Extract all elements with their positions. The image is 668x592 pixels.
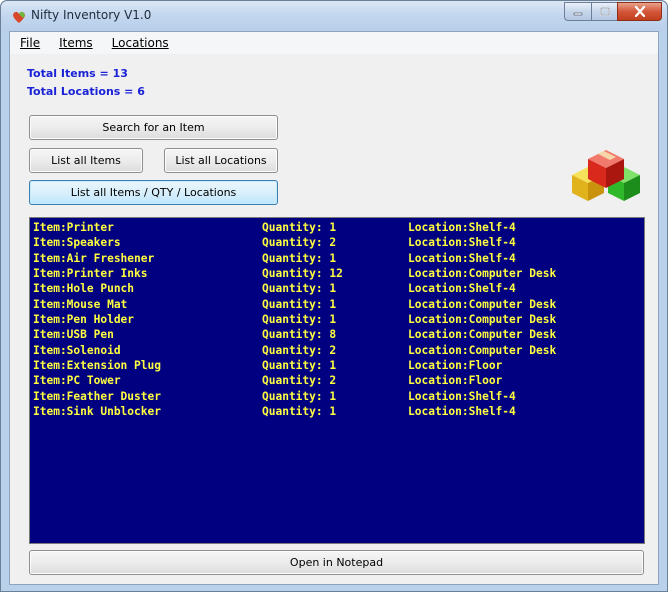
total-items-label: Total Items = 13 xyxy=(27,67,128,80)
list-items-button[interactable]: List all Items xyxy=(29,148,143,173)
minimize-icon xyxy=(573,12,583,15)
item-location: Location:Shelf-4 xyxy=(408,221,516,234)
item-quantity: Quantity: 1 xyxy=(262,282,337,296)
client-area: File Items Locations Total Items = 13 To… xyxy=(9,31,659,585)
search-item-button[interactable]: Search for an Item xyxy=(29,115,278,140)
list-item[interactable]: Item:Feather Duster Quantity: 1 Location:S… xyxy=(33,389,644,404)
item-name: Item:Speakers xyxy=(33,236,121,250)
item-name: Item:Printer Inks xyxy=(33,267,148,281)
item-name: Item:Solenoid xyxy=(33,343,121,357)
window-controls xyxy=(564,2,662,21)
item-location: Location:Computer Desk xyxy=(408,297,557,311)
item-location: Location:Shelf-4 xyxy=(408,405,516,419)
total-locations-label: Total Locations = 6 xyxy=(27,85,145,98)
item-name: Item:Extension Plug xyxy=(33,359,161,373)
item-quantity: Quantity: 8 xyxy=(262,328,337,342)
menu-file-label: File xyxy=(20,36,41,50)
list-item[interactable]: Item:USB Pen Quantity: 8 Location:Computer… xyxy=(33,327,644,342)
item-quantity: Quantity: 1 xyxy=(262,359,337,373)
item-quantity: Quantity: 12 xyxy=(262,267,343,281)
title-bar[interactable]: Nifty Inventory V1.0 xyxy=(1,1,667,31)
list-item[interactable]: Item:Speakers Quantity: 2 Location:Shelf-4 xyxy=(33,235,644,250)
item-location: Location:Shelf-4 xyxy=(408,282,516,296)
menu-file[interactable]: File xyxy=(17,36,43,50)
item-quantity: Quantity: 1 xyxy=(262,251,337,265)
item-location: Location:Floor xyxy=(408,374,503,388)
menu-locations-label: Locations xyxy=(111,36,169,50)
item-location: Location:Computer Desk xyxy=(408,267,557,281)
item-location: Location:Floor xyxy=(408,359,503,373)
app-window: Nifty Inventory V1.0 File Items Location… xyxy=(0,0,668,592)
item-quantity: Quantity: 1 xyxy=(262,389,337,403)
menu-locations[interactable]: Locations xyxy=(109,36,172,50)
window-title: Nifty Inventory V1.0 xyxy=(31,8,152,22)
menu-bar: File Items Locations xyxy=(10,32,658,54)
list-item[interactable]: Item:Solenoid Quantity: 2 Location:Compute… xyxy=(33,343,644,358)
item-name: Item:Pen Holder xyxy=(33,313,135,327)
list-locations-button[interactable]: List all Locations xyxy=(164,148,278,173)
item-quantity: Quantity: 2 xyxy=(262,374,337,388)
item-quantity: Quantity: 1 xyxy=(262,313,337,327)
item-name: Item:Feather Duster xyxy=(33,389,161,403)
list-item[interactable]: Item:Air Freshener Quantity: 1 Location:Sh… xyxy=(33,251,644,266)
item-location: Location:Shelf-4 xyxy=(408,236,516,250)
list-item[interactable]: Item:Hole Punch Quantity: 1 Location:Shelf… xyxy=(33,281,644,296)
close-button[interactable] xyxy=(617,2,662,21)
item-quantity: Quantity: 2 xyxy=(262,343,337,357)
maximize-icon xyxy=(599,6,610,16)
list-item[interactable]: Item:Extension Plug Quantity: 1 Location:F… xyxy=(33,358,644,373)
minimize-button[interactable] xyxy=(564,2,591,21)
open-notepad-button[interactable]: Open in Notepad xyxy=(29,550,644,575)
item-location: Location:Computer Desk xyxy=(408,343,557,357)
item-quantity: Quantity: 2 xyxy=(262,236,337,250)
list-all-button[interactable]: List all Items / QTY / Locations xyxy=(29,180,278,205)
item-name: Item:USB Pen xyxy=(33,328,114,342)
list-item[interactable]: Item:Mouse Mat Quantity: 1 Location:Comput… xyxy=(33,297,644,312)
item-name: Item:Printer xyxy=(33,221,114,234)
menu-items[interactable]: Items xyxy=(56,36,96,50)
item-quantity: Quantity: 1 xyxy=(262,405,337,419)
app-icon xyxy=(13,11,25,23)
inventory-list[interactable]: Item:Printer Quantity: 1 Location:Shelf-4 I… xyxy=(29,217,645,544)
item-name: Item:Mouse Mat xyxy=(33,297,128,311)
item-location: Location:Computer Desk xyxy=(408,313,557,327)
item-name: Item:Air Freshener xyxy=(33,251,155,265)
boxes-logo-icon xyxy=(572,150,640,209)
item-name: Item:Sink Unblocker xyxy=(33,405,161,419)
list-item[interactable]: Item:Printer Inks Quantity: 12 Location:Co… xyxy=(33,266,644,281)
list-item[interactable]: Item:Printer Quantity: 1 Location:Shelf-4 xyxy=(33,220,644,235)
list-item[interactable]: Item:Pen Holder Quantity: 1 Location:Compu… xyxy=(33,312,644,327)
list-item[interactable]: Item:Sink Unblocker Quantity: 1 Location:S… xyxy=(33,404,644,419)
item-location: Location:Computer Desk xyxy=(408,328,557,342)
item-name: Item:Hole Punch xyxy=(33,282,135,296)
item-location: Location:Shelf-4 xyxy=(408,251,516,265)
maximize-button[interactable] xyxy=(591,2,617,21)
item-location: Location:Shelf-4 xyxy=(408,389,516,403)
item-quantity: Quantity: 1 xyxy=(262,221,337,234)
item-quantity: Quantity: 1 xyxy=(262,297,337,311)
item-name: Item:PC Tower xyxy=(33,374,121,388)
list-item[interactable]: Item:PC Tower Quantity: 2 Location:Floor xyxy=(33,373,644,388)
menu-items-label: Items xyxy=(59,36,93,50)
close-icon xyxy=(634,6,645,17)
